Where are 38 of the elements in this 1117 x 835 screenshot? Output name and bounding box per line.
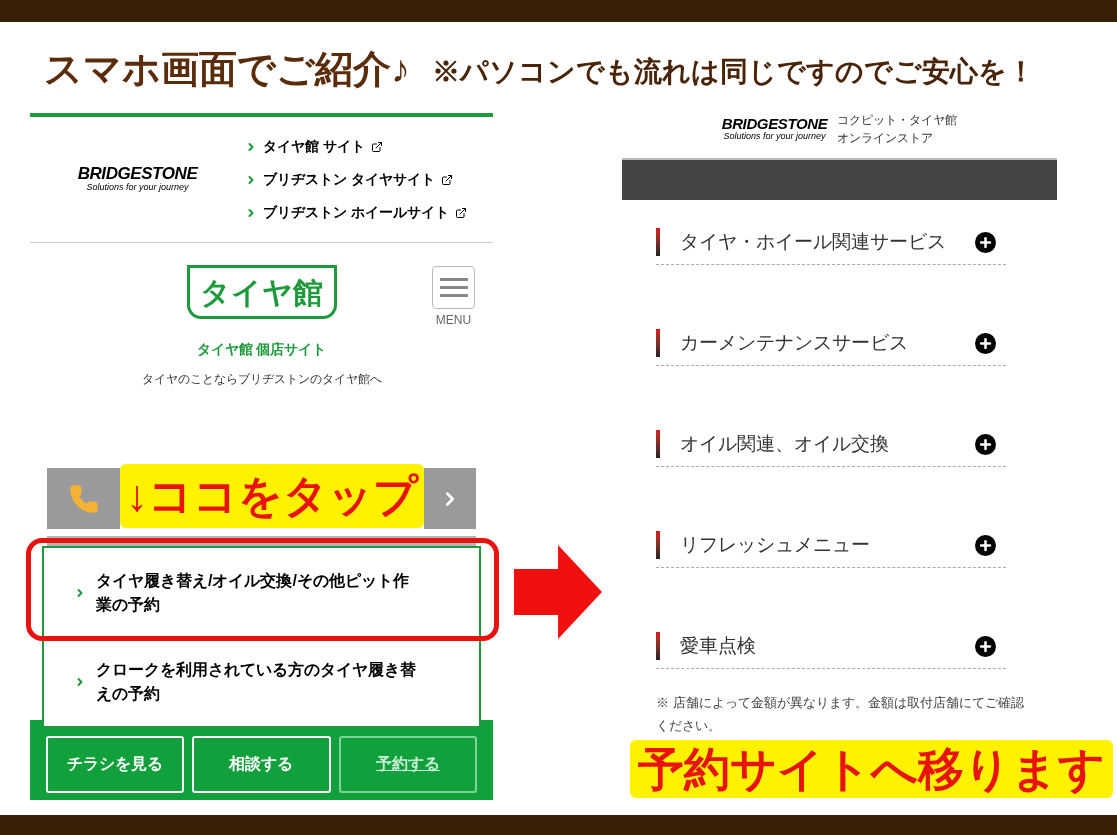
store-name: オンラインストア [837, 130, 935, 147]
call-bar-segment[interactable] [47, 468, 120, 529]
right-arrow-icon [513, 545, 602, 639]
brand-logo: BRIDGESTONE [77, 165, 198, 183]
plus-icon [975, 534, 996, 556]
service-category[interactable]: カーメンテナンスサービス [656, 321, 1006, 366]
menu-label: MENU [435, 312, 472, 329]
plus-icon [975, 332, 996, 354]
external-link-icon [370, 140, 383, 153]
site-link[interactable]: ブリヂストン タイヤサイト [245, 169, 467, 190]
site-tagline: タイヤのことならブリヂストンのタイヤ館へ [141, 371, 382, 388]
site-logo: タイヤ館 [186, 265, 337, 319]
service-category[interactable]: オイル関連、オイル交換 [656, 422, 1006, 467]
service-category[interactable]: タイヤ・ホイール関連サービス [656, 220, 1006, 265]
page-title: スマホ画面でご紹介♪ [44, 50, 410, 88]
site-link[interactable]: ブリヂストン ホイールサイト [245, 202, 467, 223]
brand-tagline: Solutions for your journey [723, 130, 826, 143]
site-name: タイヤ館 個店サイト [196, 340, 327, 359]
plus-icon [975, 433, 996, 455]
plus-icon [975, 635, 996, 657]
store-name: コクピット・タイヤ館 [837, 112, 958, 129]
phone-icon [68, 483, 99, 514]
price-note: ※ 店舗によって金額が異なります。金額は取付店舗にてご確認ください。 [656, 694, 1025, 735]
brand-logo: BRIDGESTONE [721, 115, 828, 131]
service-category[interactable]: 愛車点検 [656, 624, 1006, 669]
service-category[interactable]: リフレッシュメニュー [656, 523, 1006, 568]
external-link-icon [440, 173, 453, 186]
reservation-option[interactable]: クロークを利用されている方のタイヤ履き替えの予約 [44, 637, 479, 726]
call-bar-segment[interactable] [424, 468, 476, 529]
external-link-icon [454, 206, 467, 219]
brand-tagline: Solutions for your journey [86, 182, 189, 194]
reservation-option[interactable]: タイヤ履き替え/オイル交換/その他ピット作業の予約 [44, 548, 479, 637]
tap-here-callout: ↓ココをタップ [120, 463, 424, 528]
plus-icon [975, 231, 996, 253]
menu-button[interactable] [432, 266, 475, 309]
site-link[interactable]: タイヤ館 サイト [245, 136, 467, 157]
reservation-site-callout: 予約サイトへ移ります [630, 740, 1113, 798]
page-note: ※パソコンでも流れは同じですのでご安心を！ [432, 58, 1035, 88]
